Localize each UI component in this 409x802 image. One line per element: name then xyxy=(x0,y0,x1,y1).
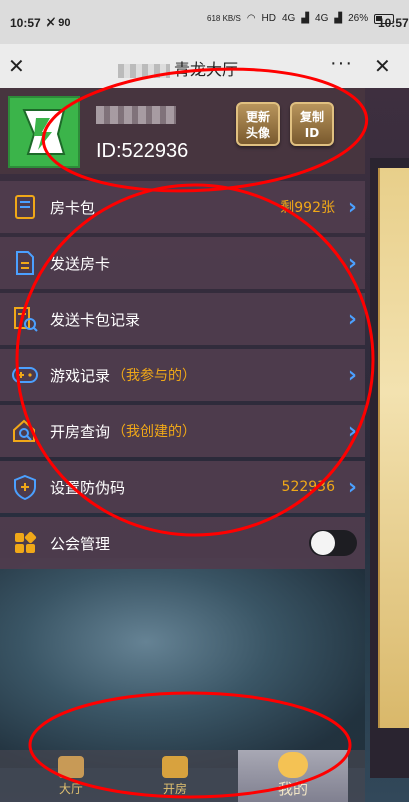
hd-label: HD xyxy=(261,13,276,24)
status-bar: 10:57 ✕̸ 90 618 KB/S ◠ HD 4G ▟ 4G ▟ 26% … xyxy=(0,0,409,44)
menu-item-room-query[interactable]: 开房查询 （我创建的） › xyxy=(0,405,365,457)
nav-mine-label: 我的 xyxy=(277,780,308,798)
copy-id-button[interactable]: 复制 ID xyxy=(290,102,334,146)
title-bar: ✕ 青龙大厅 ··· ✕ xyxy=(0,44,409,88)
chevron-right-icon: › xyxy=(347,195,357,220)
close-icon-secondary[interactable]: ✕ xyxy=(374,54,391,79)
house-search-icon xyxy=(8,414,42,448)
status-time: 10:57 xyxy=(10,16,41,30)
menu-item-label: 设置防伪码 xyxy=(50,478,126,497)
blurred-name xyxy=(118,63,170,78)
anti-fake-code-value: 522936 xyxy=(281,479,335,495)
avatar[interactable] xyxy=(8,96,80,168)
chevron-right-icon: › xyxy=(347,251,357,276)
menu-item-label: 开房查询 xyxy=(50,422,111,441)
shield-plus-icon xyxy=(8,470,42,504)
net-speed: 618 KB/S xyxy=(207,13,241,23)
menu-item-anti-fake[interactable]: 设置防伪码 522936 › xyxy=(0,461,365,513)
update-avatar-button[interactable]: 更新 头像 xyxy=(236,102,280,146)
status-left-value: 90 xyxy=(58,17,71,29)
menu-item-sub: （我创建的） xyxy=(112,424,197,440)
signal-label-1: 4G xyxy=(282,13,296,24)
status-time-right: 10:57 xyxy=(378,16,409,30)
menu-item-label: 发送卡包记录 xyxy=(50,310,141,329)
wifi-icon: ◠ xyxy=(246,13,256,24)
signal-label-2: 4G xyxy=(315,13,329,24)
gamepad-icon xyxy=(8,358,42,392)
status-left-icons: ✕̸ 90 xyxy=(46,16,71,29)
nav-open-room[interactable]: 开房 xyxy=(130,750,220,802)
chevron-right-icon: › xyxy=(347,475,357,500)
sofa-icon xyxy=(162,756,188,778)
menu-item-label: 游戏记录 xyxy=(50,366,111,385)
card-art xyxy=(378,168,409,728)
card-pack-icon xyxy=(8,190,42,224)
close-icon[interactable]: ✕ xyxy=(8,54,25,79)
menu-item-game-record[interactable]: 游戏记录 （我参与的） › xyxy=(0,349,365,401)
signal-icon-2: ▟ xyxy=(334,13,343,24)
menu-item-sub: （我参与的） xyxy=(112,368,197,384)
card-count-value: 剩992张 xyxy=(280,200,335,216)
menu-item-send-record[interactable]: 发送卡包记录 › xyxy=(0,293,365,345)
status-right-icons: 618 KB/S ◠ HD 4G ▟ 4G ▟ 26% xyxy=(207,13,395,24)
toggle-knob xyxy=(311,531,335,555)
update-avatar-label-1: 更新 xyxy=(245,110,270,124)
nav-hall-label: 大厅 xyxy=(58,782,83,796)
dice-icon xyxy=(58,756,84,778)
menu-item-label: 公会管理 xyxy=(50,534,111,553)
user-id: ID:522936 xyxy=(96,140,189,162)
page-title: 青龙大厅 xyxy=(118,56,238,80)
mute-icon: ✕̸ xyxy=(46,17,56,29)
record-search-icon xyxy=(8,302,42,336)
chevron-right-icon: › xyxy=(347,307,357,332)
menu-item-send-card[interactable]: 发送房卡 › xyxy=(0,237,365,289)
guild-icon xyxy=(8,526,42,560)
signal-icon-1: ▟ xyxy=(301,13,310,24)
menu-list: 房卡包 剩992张 › 发送房卡 › 发送卡包记录 › 游戏记录 （我参与的） … xyxy=(0,181,365,573)
update-avatar-label-2: 头像 xyxy=(245,126,270,140)
nav-mine[interactable]: 我的 xyxy=(238,750,348,802)
battery-percent: 26% xyxy=(348,13,369,24)
copy-id-label-1: 复制 xyxy=(299,110,324,124)
nickname-blurred xyxy=(96,106,176,124)
more-icon[interactable]: ··· xyxy=(330,52,353,75)
menu-item-label: 发送房卡 xyxy=(50,254,111,273)
menu-item-card-pack[interactable]: 房卡包 剩992张 › xyxy=(0,181,365,233)
guild-toggle[interactable] xyxy=(309,530,357,556)
profile-header: ID:522936 更新 头像 复制 ID xyxy=(0,88,365,174)
chevron-right-icon: › xyxy=(347,363,357,388)
send-card-icon xyxy=(8,246,42,280)
menu-item-guild[interactable]: 公会管理 xyxy=(0,517,365,569)
page-title-text: 青龙大厅 xyxy=(174,62,239,79)
background-scenery xyxy=(0,558,365,768)
nav-hall[interactable]: 大厅 xyxy=(26,750,116,802)
menu-item-label: 房卡包 xyxy=(50,198,96,217)
profile-head-icon xyxy=(278,752,308,778)
game-area: ID:522936 更新 头像 复制 ID 房卡包 剩992张 › 发送房卡 › xyxy=(0,88,409,802)
copy-id-label-2: ID xyxy=(304,126,320,140)
avatar-logo-icon xyxy=(22,109,66,155)
chevron-right-icon: › xyxy=(347,419,357,444)
bottom-nav: 大厅 开房 我的 xyxy=(0,750,365,802)
nav-room-label: 开房 xyxy=(162,782,187,796)
